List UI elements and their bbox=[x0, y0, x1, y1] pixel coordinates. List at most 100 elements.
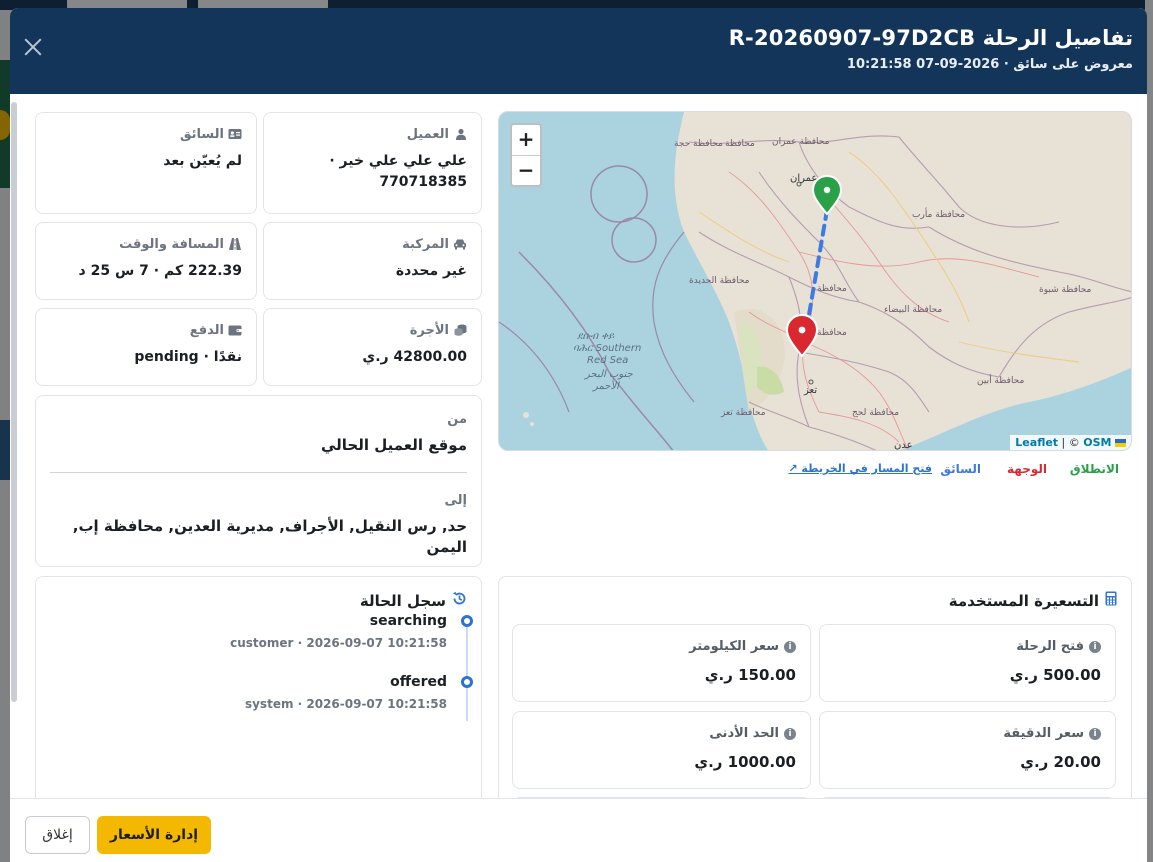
destination-marker-icon[interactable] bbox=[785, 313, 819, 358]
pricing-item-value: 500.00 ر.ي bbox=[1009, 666, 1101, 684]
route-card: من موقع العميل الحالي إلى حد, رس النقيل,… bbox=[35, 395, 482, 567]
id-card-icon bbox=[228, 128, 242, 141]
info-icon[interactable]: i bbox=[784, 727, 796, 740]
modal-footer: إدارة الأسعار إغلاق bbox=[10, 798, 1147, 862]
map-legend: الانطلاق الوجهة السائق فتح المسار في الخ… bbox=[498, 462, 1132, 482]
map-label-ibb: محافظة bbox=[817, 328, 847, 338]
attribution-separator: | © bbox=[1058, 436, 1084, 449]
customer-value: علي علي علي خير · 770718385 bbox=[329, 153, 467, 190]
timeline-dot bbox=[461, 615, 473, 627]
timeline-dot bbox=[461, 676, 473, 688]
payment-card: الدفع نقدًا · pending bbox=[35, 308, 257, 386]
map-label-sea-geez2: ባሕር Southern bbox=[573, 343, 642, 354]
map-label-aden: عدن bbox=[894, 440, 913, 451]
legend-start: الانطلاق bbox=[1069, 462, 1119, 476]
payment-label: الدفع bbox=[189, 323, 224, 338]
ukraine-flag-icon bbox=[1115, 439, 1126, 447]
map-label-marib: محافظة مأرب bbox=[912, 210, 966, 220]
timeline-item: offered system · 2026-09-07 10:21:58 bbox=[67, 674, 447, 711]
map-canvas[interactable] bbox=[499, 112, 1132, 451]
fare-label: الأجرة bbox=[409, 323, 449, 338]
pricing-item-value: 150.00 ر.ي bbox=[704, 666, 796, 684]
route-divider bbox=[50, 472, 467, 473]
pricing-item-label: الحد الأدنى bbox=[709, 726, 779, 741]
map-zoom-control: + − bbox=[510, 123, 542, 187]
modal-title: تفاصيل الرحلة R-20260907-97D2CB bbox=[728, 26, 1133, 50]
info-icon[interactable]: i bbox=[1089, 727, 1101, 740]
zoom-in-button[interactable]: + bbox=[512, 125, 540, 155]
map-label-sea-en: Red Sea bbox=[587, 355, 629, 366]
driver-label: السائق bbox=[179, 127, 224, 142]
osm-link[interactable]: OSM bbox=[1083, 436, 1111, 449]
to-value: حد, رس النقيل, الأجراف, مديرية العدين, م… bbox=[72, 517, 467, 556]
leaflet-link[interactable]: Leaflet bbox=[1015, 436, 1058, 449]
manage-prices-button[interactable]: إدارة الأسعار bbox=[97, 816, 211, 854]
pricing-title: التسعيرة المستخدمة bbox=[948, 591, 1099, 610]
coins-icon bbox=[454, 324, 467, 337]
status-log-header: سجل الحالة bbox=[50, 591, 467, 610]
modal-subtitle: معروض على سائق · 2026-09-07 10:21:58 bbox=[846, 57, 1133, 72]
modal-scrollbar[interactable] bbox=[11, 102, 17, 702]
pricing-header: التسعيرة المستخدمة bbox=[513, 591, 1117, 610]
pricing-item-label: فتح الرحلة bbox=[1016, 639, 1084, 654]
map-label-shabwah: محافظة شبوة bbox=[1039, 285, 1092, 295]
status-log-title: سجل الحالة bbox=[359, 591, 446, 610]
payment-value: نقدًا · pending bbox=[134, 349, 242, 365]
trip-details-modal: تفاصيل الرحلة R-20260907-97D2CB معروض عل… bbox=[10, 8, 1147, 862]
map-label-sea-ar: جنوب البحر bbox=[585, 369, 633, 380]
map-label-hudaydah: محافظة الحديدة bbox=[689, 276, 750, 286]
map-label-abyan: محافظة أبين bbox=[977, 376, 1025, 386]
pricing-item-base: i فتح الرحلة 500.00 ر.ي bbox=[819, 624, 1116, 702]
from-label: من bbox=[447, 412, 467, 427]
vehicle-card: المركبة غير محددة bbox=[263, 222, 482, 300]
pricing-item-value: 20.00 ر.ي bbox=[1020, 753, 1101, 771]
wallet-icon bbox=[228, 324, 242, 337]
driver-value: لم يُعيّن بعد bbox=[163, 153, 242, 169]
timeline-item: searching customer · 2026-09-07 10:21:58 bbox=[67, 613, 447, 650]
timeline-status: offered bbox=[390, 674, 447, 690]
timeline-status: searching bbox=[369, 613, 447, 629]
info-icon[interactable]: i bbox=[784, 640, 796, 653]
pricing-item-label: سعر الدقيقة bbox=[1003, 726, 1084, 741]
customer-card: العميل علي علي علي خير · 770718385 bbox=[263, 112, 482, 214]
from-value: موقع العميل الحالي bbox=[320, 436, 467, 454]
pricing-item-km: i سعر الكيلومتر 150.00 ر.ي bbox=[512, 624, 811, 702]
timeline-meta: system · 2026-09-07 10:21:58 bbox=[244, 697, 447, 711]
calculator-icon bbox=[1105, 591, 1117, 610]
close-icon[interactable] bbox=[22, 36, 44, 58]
map-label-amran: عمران bbox=[790, 173, 818, 184]
info-icon[interactable]: i bbox=[1089, 640, 1101, 653]
map-label-amran-gov: محافظة عمران bbox=[772, 137, 830, 147]
road-icon bbox=[229, 238, 242, 251]
map-label-taiz: محافظة تعز bbox=[721, 408, 766, 418]
history-icon bbox=[452, 591, 467, 610]
map-label-sea-ar2: الأحمر bbox=[593, 381, 619, 392]
car-icon bbox=[454, 238, 467, 251]
modal-body: العميل علي علي علي خير · 770718385 السائ… bbox=[10, 94, 1147, 798]
close-button[interactable]: إغلاق bbox=[25, 816, 90, 854]
map-label-hajjah2: محافظة bbox=[725, 139, 755, 149]
map-label-lahj: محافظة لحج bbox=[852, 408, 900, 418]
map-label-bayda: محافظة البيضاء bbox=[884, 305, 943, 315]
pricing-item-minute: i سعر الدقيقة 20.00 ر.ي bbox=[819, 711, 1116, 789]
map-label-sanaa: محافظة bbox=[817, 284, 847, 294]
fare-card: الأجرة 42800.00 ر.ي bbox=[263, 308, 482, 386]
pricing-item-minimum: i الحد الأدنى 1000.00 ر.ي bbox=[512, 711, 811, 789]
fare-value: 42800.00 ر.ي bbox=[362, 349, 467, 365]
trip-map[interactable]: محافظة حجة محافظة محافظة عمران عمران محا… bbox=[498, 111, 1132, 451]
map-label-sea-geez: ደቡብ ቀይ bbox=[577, 331, 615, 342]
status-log-card: سجل الحالة searching customer · 2026-09-… bbox=[35, 576, 482, 798]
distance-label: المسافة والوقت bbox=[119, 237, 224, 252]
driver-card: السائق لم يُعيّن بعد bbox=[35, 112, 257, 214]
open-route-link[interactable]: فتح المسار في الخريطة ↗ bbox=[788, 462, 932, 475]
distance-card: المسافة والوقت 222.39 كم · 7 س 25 د bbox=[35, 222, 257, 300]
map-label-taiz-city: تعز bbox=[804, 385, 818, 396]
user-icon bbox=[454, 128, 467, 141]
timeline-line bbox=[466, 619, 468, 721]
zoom-out-button[interactable]: − bbox=[512, 155, 540, 185]
legend-destination: الوجهة bbox=[1007, 462, 1047, 476]
pricing-item-label: سعر الكيلومتر bbox=[689, 639, 779, 654]
timeline-meta: customer · 2026-09-07 10:21:58 bbox=[230, 636, 447, 650]
customer-label: العميل bbox=[406, 127, 449, 142]
distance-value: 222.39 كم · 7 س 25 د bbox=[78, 263, 242, 279]
